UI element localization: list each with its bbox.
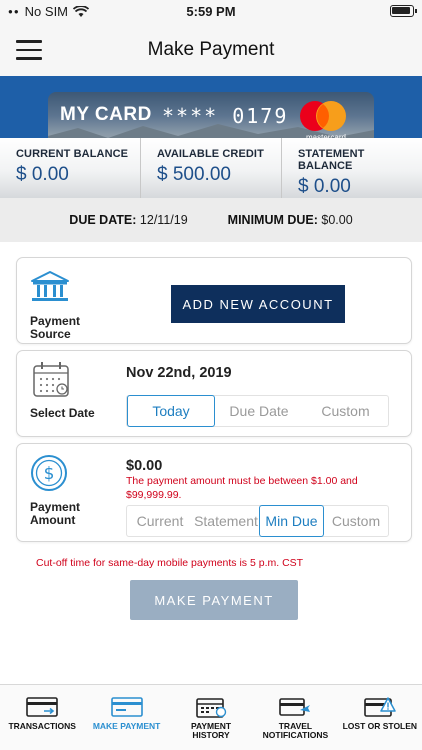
payment-amount-panel: $ Payment Amount $0.00 The payment amoun… [16, 443, 412, 542]
tab-travel-notifications[interactable]: TRAVEL NOTIFICATIONS [253, 685, 337, 750]
due-row: DUE DATE: 12/11/19 MINIMUM DUE: $0.00 [0, 198, 422, 242]
date-option-today[interactable]: Today [127, 395, 215, 427]
statement-balance-value: $ 0.00 [298, 176, 351, 197]
make-payment-button[interactable]: MAKE PAYMENT [130, 580, 298, 620]
minimum-due-label: MINIMUM DUE: [227, 213, 318, 227]
current-balance-value: $ 0.00 [16, 164, 69, 185]
due-date-label: DUE DATE: [69, 213, 137, 227]
mastercard-logo-icon [300, 101, 346, 131]
calendar-icon [33, 362, 69, 397]
date-option-due-date[interactable]: Due Date [215, 396, 303, 426]
tab-payment-history-line2: HISTORY [192, 730, 230, 740]
payment-amount-error: The payment amount must be between $1.00… [126, 475, 358, 501]
card-banner: MY CARD **** 0179 mastercard [0, 76, 422, 138]
due-date: DUE DATE: 12/11/19 [69, 213, 187, 227]
tab-make-payment[interactable]: MAKE PAYMENT [84, 685, 168, 750]
amount-option-statement[interactable]: Statement [193, 506, 259, 536]
statement-balance: STATEMENT BALANCE $ 0.00 [282, 138, 422, 198]
card-number: **** 0179 [162, 104, 289, 128]
payment-amount-info: $ Payment Amount [30, 454, 100, 527]
amount-option-segments: Current Statement Min Due Custom [126, 505, 389, 537]
current-balance-label: CURRENT BALANCE [16, 148, 129, 160]
bottom-tab-bar: TRANSACTIONS MAKE PAYMENT PAYMENT HISTOR… [0, 684, 422, 750]
date-option-custom[interactable]: Custom [303, 396, 388, 426]
payment-amount-value: $0.00 [126, 458, 163, 474]
card-alert-icon [364, 697, 396, 717]
card-name: MY CARD [60, 104, 152, 125]
current-balance: CURRENT BALANCE $ 0.00 [0, 138, 141, 198]
amount-option-custom[interactable]: Custom [324, 506, 388, 536]
status-time: 5:59 PM [186, 4, 236, 19]
select-date-caption: Select Date [30, 406, 95, 420]
add-new-account-button[interactable]: ADD NEW ACCOUNT [171, 285, 345, 323]
payment-source-panel: Payment Source ADD NEW ACCOUNT [16, 257, 412, 344]
nav-bar: Make Payment [0, 22, 422, 76]
statement-balance-label: STATEMENT BALANCE [298, 148, 365, 172]
card-swipe-icon [26, 697, 59, 717]
card-payment-icon [110, 697, 143, 717]
payment-amount-caption: Payment Amount [30, 500, 81, 527]
battery-icon [390, 5, 417, 17]
available-credit-value: $ 500.00 [157, 164, 231, 185]
card-travel-icon [279, 698, 311, 716]
page-title: Make Payment [147, 39, 275, 60]
tab-make-payment-label: MAKE PAYMENT [92, 721, 161, 731]
amount-option-current[interactable]: Current [127, 506, 193, 536]
tab-payment-history[interactable]: PAYMENT HISTORY [169, 685, 253, 750]
date-option-segments: Today Due Date Custom [126, 395, 389, 427]
tab-lost-or-stolen[interactable]: LOST OR STOLEN [338, 685, 422, 750]
due-date-value: 12/11/19 [139, 213, 188, 227]
status-bar: ●● No SIM 5:59 PM [0, 0, 422, 22]
credit-card[interactable]: MY CARD **** 0179 mastercard [48, 92, 374, 138]
payment-source-caption: Payment Source [30, 314, 81, 341]
tab-travel-line2: NOTIFICATIONS [262, 730, 329, 740]
tab-lost-or-stolen-label: LOST OR STOLEN [342, 721, 418, 731]
available-credit: AVAILABLE CREDIT $ 500.00 [141, 138, 282, 198]
tab-transactions[interactable]: TRANSACTIONS [0, 685, 84, 750]
minimum-due: MINIMUM DUE: $0.00 [228, 213, 353, 227]
available-credit-label: AVAILABLE CREDIT [157, 148, 264, 160]
payment-source-info: Payment Source [30, 270, 100, 341]
dollar-coin-icon: $ [31, 455, 67, 491]
tab-payment-history-label: PAYMENT HISTORY [169, 722, 253, 740]
selected-date: Nov 22nd, 2019 [126, 365, 232, 381]
select-date-panel: Select Date Nov 22nd, 2019 Today Due Dat… [16, 350, 412, 437]
tab-transactions-label: TRANSACTIONS [8, 721, 76, 731]
tab-travel-notifications-label: TRAVEL NOTIFICATIONS [253, 722, 337, 740]
minimum-due-value: $0.00 [321, 213, 353, 227]
cutoff-note: Cut-off time for same-day mobile payment… [36, 557, 304, 569]
bank-icon [31, 271, 69, 301]
svg-text:$: $ [44, 464, 55, 484]
calendar-history-icon [196, 698, 227, 718]
amount-option-min-due[interactable]: Min Due [259, 505, 324, 537]
balances-row: CURRENT BALANCE $ 0.00 AVAILABLE CREDIT … [0, 138, 422, 198]
select-date-info: Select Date [30, 361, 100, 420]
